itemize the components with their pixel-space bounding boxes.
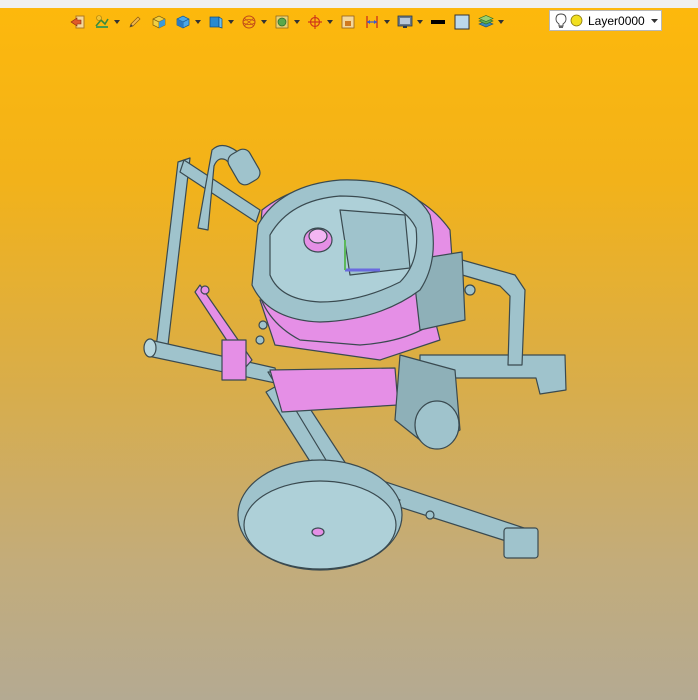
toolbar-group: [206, 11, 235, 33]
chevron-down-icon[interactable]: [416, 12, 424, 32]
chevron-down-icon[interactable]: [326, 12, 334, 32]
chevron-down-icon[interactable]: [113, 12, 121, 32]
chevron-down-icon[interactable]: [260, 12, 268, 32]
chevron-down-icon[interactable]: [227, 12, 235, 32]
lightbulb-icon[interactable]: [554, 13, 568, 29]
chevron-down-icon[interactable]: [647, 11, 661, 30]
render-style-icon[interactable]: [272, 12, 292, 32]
toolbar-group: [362, 11, 391, 33]
chevron-down-icon[interactable]: [194, 12, 202, 32]
layer-dropdown[interactable]: Layer0000: [549, 10, 662, 31]
shaded-cube-icon[interactable]: [206, 12, 226, 32]
toolbar-group: [239, 11, 268, 33]
dimension-icon[interactable]: [362, 12, 382, 32]
chevron-down-icon[interactable]: [383, 12, 391, 32]
chevron-down-icon[interactable]: [293, 12, 301, 32]
toolbar-group: [92, 11, 121, 33]
toolbar-group: [428, 11, 448, 33]
pencil-icon[interactable]: [125, 12, 145, 32]
sketch-tools-icon[interactable]: [92, 12, 112, 32]
solid-box-icon[interactable]: [149, 12, 169, 32]
sprayer-cart-model[interactable]: [0, 0, 698, 700]
toolbar-group: [305, 11, 334, 33]
exit-arrow-icon[interactable]: [68, 12, 88, 32]
toolbar-group: [125, 11, 145, 33]
color-swatch-icon[interactable]: [452, 12, 472, 32]
wireframe-sphere-icon[interactable]: [239, 12, 259, 32]
section-box-icon[interactable]: [338, 12, 358, 32]
toolbar-group: [272, 11, 301, 33]
toolbar-group: [68, 11, 88, 33]
toolbar-group: [338, 11, 358, 33]
toolbar-group: [452, 11, 472, 33]
toolbar-group: [395, 11, 424, 33]
layers-icon[interactable]: [476, 12, 496, 32]
view-cube-icon[interactable]: [173, 12, 193, 32]
chevron-down-icon[interactable]: [497, 12, 505, 32]
sun-icon[interactable]: [570, 14, 583, 27]
display-monitor-icon[interactable]: [395, 12, 415, 32]
view-toolbar: [68, 9, 505, 35]
layer-name: Layer0000: [588, 13, 645, 28]
toolbar-group: [149, 11, 169, 33]
toolbar-group: [476, 11, 505, 33]
crosshair-icon[interactable]: [305, 12, 325, 32]
line-weight-icon[interactable]: [428, 12, 448, 32]
toolbar-group: [173, 11, 202, 33]
